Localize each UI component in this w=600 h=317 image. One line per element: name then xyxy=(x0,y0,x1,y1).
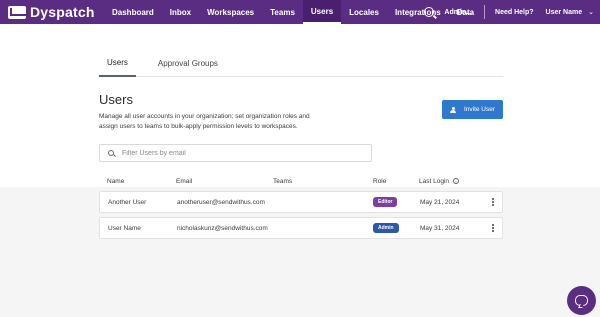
kebab-menu-icon[interactable] xyxy=(492,224,494,233)
nav-divider xyxy=(484,5,486,19)
brand-name: Dyspatch xyxy=(30,4,95,20)
tab-approval-groups[interactable]: Approval Groups xyxy=(150,50,226,77)
nav-item-teams[interactable]: Teams xyxy=(262,0,303,24)
nav-item-users[interactable]: Users xyxy=(302,0,342,24)
filter-users-input[interactable] xyxy=(122,149,362,157)
table-header: Name Email Teams Role Last Login i xyxy=(99,174,503,188)
column-header-last-login[interactable]: Last Login i xyxy=(419,178,459,185)
column-header-teams[interactable]: Teams xyxy=(273,178,292,185)
top-navigation-bar: Dyspatch Dashboard Inbox Workspaces Team… xyxy=(0,0,600,24)
user-menu[interactable]: User Name xyxy=(546,9,583,16)
table-row[interactable]: User Name nicholaskunz@sendwithus.com Ad… xyxy=(99,217,503,239)
invite-user-button[interactable]: Invite User xyxy=(442,100,503,119)
filter-users-field[interactable] xyxy=(99,144,372,162)
last-login-date: May 21, 2024 xyxy=(420,199,460,206)
organization-switcher[interactable]: Admin... xyxy=(444,9,472,16)
nav-right: Admin... Need Help? User Name ⌄ xyxy=(424,0,600,24)
role-badge: Admin xyxy=(373,223,399,233)
chevron-down-icon[interactable]: ⌄ xyxy=(588,8,594,16)
user-email: anotheruser@sendwithus.com xyxy=(177,199,265,206)
user-email: nicholaskunz@sendwithus.com xyxy=(177,225,268,232)
info-icon[interactable]: i xyxy=(453,178,459,185)
page-tabs: Users Approval Groups xyxy=(99,50,503,77)
add-user-icon xyxy=(449,106,458,113)
column-header-email[interactable]: Email xyxy=(176,178,192,185)
column-header-role[interactable]: Role xyxy=(373,178,386,185)
last-login-date: May 31, 2024 xyxy=(420,225,460,232)
user-name: Another User xyxy=(108,199,147,206)
tab-users[interactable]: Users xyxy=(99,50,136,77)
invite-user-label: Invite User xyxy=(463,106,496,113)
brand[interactable]: Dyspatch xyxy=(8,4,104,20)
user-name: User Name xyxy=(108,225,141,232)
page-title: Users xyxy=(99,92,133,107)
search-icon xyxy=(108,150,114,156)
nav-item-locales[interactable]: Locales xyxy=(341,0,387,24)
column-header-name[interactable]: Name xyxy=(107,178,124,185)
chat-bubble-icon xyxy=(575,295,588,306)
envelope-logo-icon xyxy=(8,5,26,19)
search-icon[interactable] xyxy=(424,7,435,17)
kebab-menu-icon[interactable] xyxy=(492,198,494,207)
nav-item-dashboard[interactable]: Dashboard xyxy=(104,0,162,24)
help-link[interactable]: Need Help? xyxy=(495,9,534,16)
chat-support-button[interactable] xyxy=(567,286,596,315)
nav-item-workspaces[interactable]: Workspaces xyxy=(199,0,262,24)
nav-item-inbox[interactable]: Inbox xyxy=(162,0,199,24)
last-login-label: Last Login xyxy=(419,178,449,185)
table-row[interactable]: Another User anotheruser@sendwithus.com … xyxy=(99,191,503,213)
page-description: Manage all user accounts in your organiz… xyxy=(99,113,310,130)
role-badge: Editor xyxy=(373,197,398,207)
